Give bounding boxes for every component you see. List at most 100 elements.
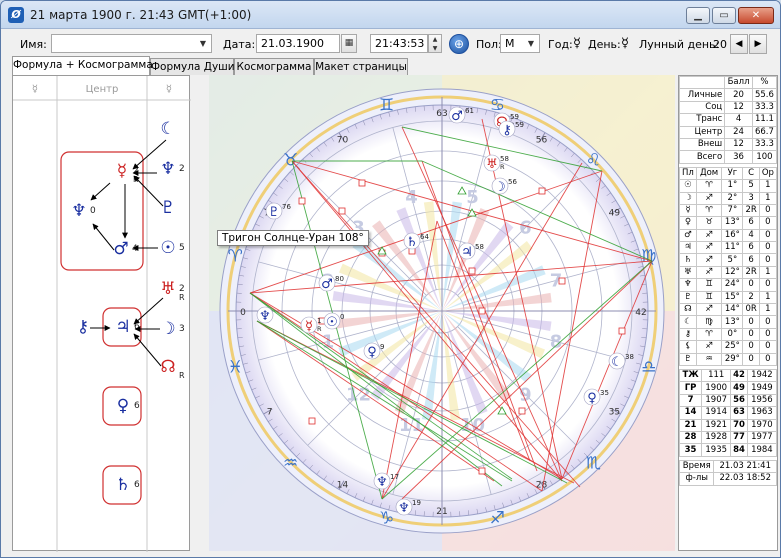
position-cell: 1	[758, 303, 778, 317]
calendar-icon[interactable]: ▦	[341, 34, 357, 53]
score-cell: %	[751, 75, 778, 90]
position-row: ☽ ♐ 2° 3 1	[679, 191, 778, 205]
next-day-button[interactable]: ▶	[749, 34, 767, 54]
position-cell: 0	[758, 278, 778, 292]
minimize-icon[interactable]: ▁	[686, 7, 710, 24]
name-combobox[interactable]: ▼	[51, 34, 212, 53]
position-cell: 6	[742, 241, 760, 255]
formula-pluto-icon[interactable]: ♇	[160, 198, 175, 218]
degree-label: 14	[337, 480, 349, 490]
zodiac-sign-icon[interactable]: ♓	[228, 357, 243, 377]
planet-degree: 1	[317, 317, 321, 325]
chevron-down-icon[interactable]: ▼	[524, 36, 538, 51]
position-cell: ☽	[679, 191, 697, 205]
aspect-marker[interactable]	[468, 267, 476, 275]
formula-jupiter-icon[interactable]: ♃ 6	[115, 317, 140, 337]
formula-mars-icon-num: 4	[132, 244, 138, 254]
formula-moon-icon[interactable]: ☽ 3	[160, 319, 184, 339]
formula-neptune2-icon[interactable]: ♆ 2	[160, 159, 184, 179]
zodiac-sign-icon[interactable]: ♎	[641, 357, 656, 377]
prev-day-button[interactable]: ◀	[730, 34, 748, 54]
cycle-cell: 1921	[701, 418, 732, 432]
formula-neptune-icon[interactable]: ♆ 0	[71, 201, 96, 221]
position-cell: 2	[742, 290, 760, 305]
maximize-icon[interactable]: ▭	[712, 7, 736, 24]
date-value: 21.03.1900	[261, 37, 324, 50]
close-icon[interactable]: ✕	[738, 7, 774, 24]
position-cell: 0	[742, 278, 760, 292]
zodiac-sign-icon[interactable]: ♐	[490, 509, 505, 529]
aspect-marker[interactable]	[538, 187, 546, 195]
aspect-marker[interactable]	[558, 277, 566, 285]
time-spinner[interactable]: ▲ ▼	[428, 34, 442, 53]
position-cell: ♊	[695, 278, 723, 292]
score-cell: 4	[724, 113, 753, 127]
formula-sun-icon[interactable]: ☉ 5	[160, 238, 184, 258]
formula-mercury-icon-glyph: ☿	[117, 161, 127, 181]
lilith-icon: ☾	[611, 355, 623, 370]
cosmogram-wheel[interactable]: 123456789101112♈♉♊♋♌♍♎♏♐♑♒♓6356494235282…	[209, 75, 675, 551]
gender-select[interactable]: М ▼	[500, 34, 540, 53]
cycle-cell: 1914	[701, 406, 732, 420]
time-field[interactable]: 21:43:53	[370, 34, 428, 53]
position-cell: 11°	[721, 241, 744, 255]
formula-node-icon-glyph: ☊	[160, 357, 175, 377]
date-field[interactable]: 21.03.1900	[256, 34, 340, 53]
formula-uranus-icon[interactable]: ♅ 2R	[160, 279, 185, 302]
tab-soul-formula[interactable]: Формула Души	[150, 58, 235, 75]
formula-venus-icon-num: 6	[134, 401, 140, 411]
formula-neptune-icon-num: 0	[90, 206, 96, 216]
position-row: ☉ ♈ 1° 5 1	[679, 179, 778, 193]
cycle-cell: 1984	[746, 443, 778, 457]
formula-chiron-icon[interactable]: ⚷	[77, 317, 89, 337]
position-cell: ♈	[695, 203, 723, 218]
aspect-marker[interactable]	[478, 307, 486, 315]
formula-lilith-icon[interactable]: ☾	[160, 119, 175, 139]
neptune-icon: ♆	[259, 309, 271, 324]
aspect-marker[interactable]	[308, 417, 316, 425]
zodiac-sign-icon[interactable]: ♒	[283, 453, 298, 473]
formula-venus-icon[interactable]: ♀ 6	[117, 396, 140, 416]
venus2-icon: ♀	[587, 391, 597, 406]
aspect-marker[interactable]	[338, 207, 346, 215]
tab-formula-cosmogram[interactable]: Формула + Космограмма	[12, 56, 153, 75]
zodiac-sign-icon[interactable]: ♈	[228, 247, 243, 267]
formula-sun-icon-glyph: ☉	[160, 238, 175, 258]
position-cell: 1	[758, 191, 778, 205]
position-row: ♇ ♊ 15° 2 1	[679, 290, 778, 305]
degree-label: 7	[267, 408, 273, 418]
chevron-down-icon[interactable]: ▼	[196, 36, 210, 51]
position-cell: 25°	[721, 340, 744, 354]
gender-label: Пол:	[476, 38, 502, 51]
aspect-marker[interactable]	[298, 197, 306, 205]
aspect-marker[interactable]	[518, 407, 526, 415]
position-cell: С	[742, 166, 760, 181]
formula-header-2: ☿	[166, 84, 172, 95]
formula-saturn-icon[interactable]: ♄ 6	[115, 475, 140, 495]
cosmogram[interactable]: 123456789101112♈♉♊♋♌♍♎♏♐♑♒♓6356494235282…	[209, 75, 675, 551]
aspect-marker[interactable]	[358, 179, 366, 187]
formula-neptune2-icon-glyph: ♆	[160, 159, 175, 179]
position-cell: Дом	[695, 166, 723, 181]
tab-page-layout[interactable]: Макет страницы	[314, 58, 408, 75]
cycle-cell: 1949	[746, 381, 778, 395]
zodiac-sign-icon[interactable]: ♊	[379, 95, 394, 115]
aspect-marker[interactable]	[618, 327, 626, 335]
globe-icon[interactable]: ⊕	[449, 34, 469, 54]
formula-node-icon[interactable]: ☊ R	[160, 357, 185, 380]
tab-cosmogram[interactable]: Космограмма	[234, 58, 314, 75]
planet-neptune-icon[interactable]: ♆	[256, 306, 274, 324]
position-cell: ♍	[695, 315, 723, 329]
formula-mars-icon[interactable]: ♂ 4	[113, 239, 138, 259]
name-label: Имя:	[20, 38, 47, 51]
year-label: Год:	[548, 38, 573, 51]
zodiac-sign-icon[interactable]: ♏	[586, 453, 601, 473]
cycle-cell: 77	[730, 430, 748, 445]
footer-row: ф-лы 22.03 18:52	[678, 472, 777, 486]
zodiac-sign-icon[interactable]: ♑	[379, 509, 394, 529]
cycle-row: 35 1935 84 1984	[678, 443, 778, 457]
aspect-marker[interactable]	[478, 467, 486, 475]
planet-mercury-icon[interactable]: ☿ 1R	[300, 316, 322, 334]
app-logo-icon[interactable]: Ø	[8, 7, 24, 23]
zodiac-sign-icon[interactable]: ♋	[490, 95, 505, 115]
